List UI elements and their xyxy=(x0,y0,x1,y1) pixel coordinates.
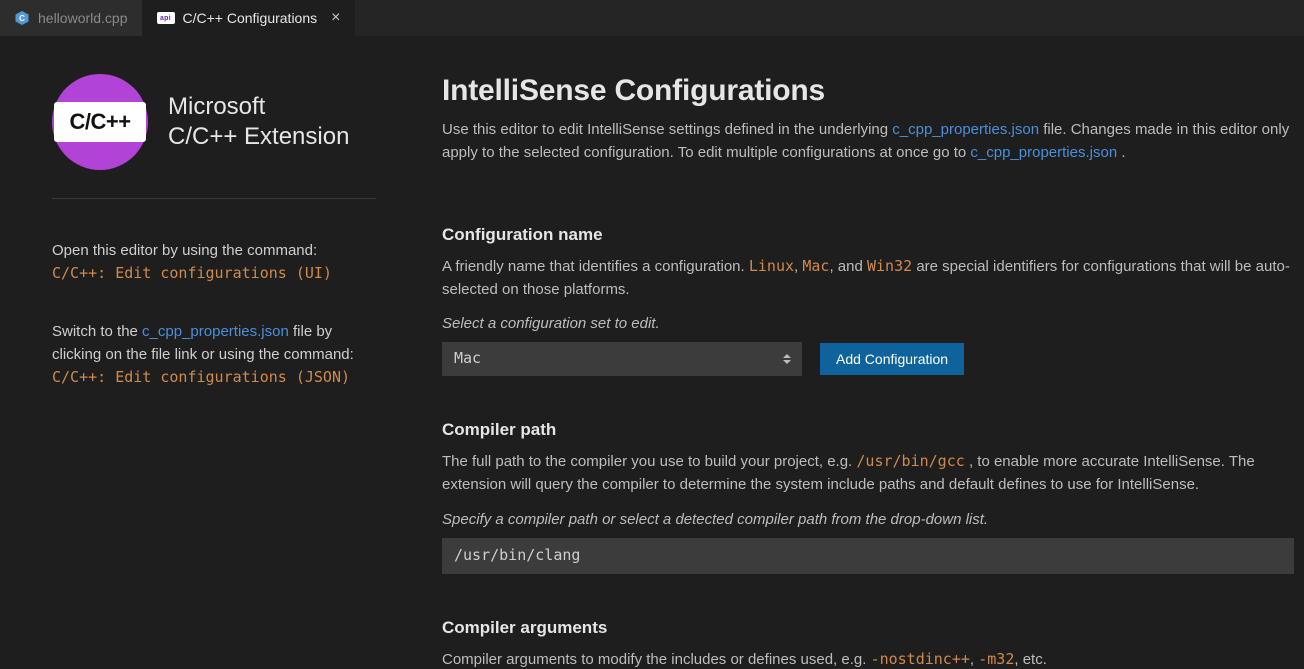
tab-bar: C helloworld.cpp C/C++ Configurations × xyxy=(0,0,1304,36)
section-instruction: Specify a compiler path or select a dete… xyxy=(442,511,1294,528)
cpp-file-icon: C xyxy=(14,10,30,26)
extension-publisher: Microsoft xyxy=(168,92,349,122)
close-icon[interactable]: × xyxy=(331,10,340,26)
main-content: IntelliSense Configurations Use this edi… xyxy=(400,36,1304,669)
token-mac: Mac xyxy=(802,257,829,275)
switch-json-note: Switch to the c_cpp_properties.json file… xyxy=(52,320,376,390)
example-arg: -m32 xyxy=(978,650,1014,668)
updown-icon xyxy=(782,351,792,367)
section-heading: Configuration name xyxy=(442,225,1294,245)
section-compiler-path: Compiler path The full path to the compi… xyxy=(442,420,1294,574)
tab-cpp-config[interactable]: C/C++ Configurations × xyxy=(143,0,356,36)
section-heading: Compiler arguments xyxy=(442,618,1294,638)
extension-logo-text: C/C++ xyxy=(54,102,146,142)
section-config-name: Configuration name A friendly name that … xyxy=(442,225,1294,377)
section-compiler-args: Compiler arguments Compiler arguments to… xyxy=(442,618,1294,669)
section-description: Compiler arguments to modify the include… xyxy=(442,648,1294,669)
example-path: /usr/bin/gcc xyxy=(856,452,964,470)
token-win32: Win32 xyxy=(867,257,912,275)
extension-brand: C/C++ Microsoft C/C++ Extension xyxy=(52,74,376,199)
configuration-select-value: Mac xyxy=(442,342,802,374)
section-description: The full path to the compiler you use to… xyxy=(442,450,1294,497)
extension-logo-icon: C/C++ xyxy=(52,74,148,170)
switch-note-pre: Switch to the xyxy=(52,323,142,340)
tab-label: C/C++ Configurations xyxy=(183,10,318,26)
properties-json-link[interactable]: c_cpp_properties.json xyxy=(892,121,1039,138)
page-intro: Use this editor to edit IntelliSense set… xyxy=(442,118,1294,165)
properties-json-link[interactable]: c_cpp_properties.json xyxy=(142,323,289,340)
open-editor-text: Open this editor by using the command: xyxy=(52,239,376,262)
open-editor-command: C/C++: Edit configurations (UI) xyxy=(52,262,376,285)
api-icon xyxy=(157,12,175,24)
sidebar: C/C++ Microsoft C/C++ Extension Open thi… xyxy=(0,36,400,669)
example-arg: -nostdinc++ xyxy=(871,650,970,668)
tab-helloworld[interactable]: C helloworld.cpp xyxy=(0,0,143,36)
token-linux: Linux xyxy=(749,257,794,275)
extension-name: C/C++ Extension xyxy=(168,122,349,152)
section-instruction: Select a configuration set to edit. xyxy=(442,315,1294,332)
switch-json-command: C/C++: Edit configurations (JSON) xyxy=(52,366,376,389)
properties-json-link[interactable]: c_cpp_properties.json xyxy=(970,144,1117,161)
svg-text:C: C xyxy=(19,14,25,23)
compiler-path-input[interactable]: /usr/bin/clang xyxy=(442,538,1294,574)
configuration-select[interactable]: Mac xyxy=(442,342,802,376)
add-configuration-button[interactable]: Add Configuration xyxy=(820,343,964,375)
section-heading: Compiler path xyxy=(442,420,1294,440)
open-editor-note: Open this editor by using the command: C… xyxy=(52,239,376,286)
section-description: A friendly name that identifies a config… xyxy=(442,255,1294,302)
page-title: IntelliSense Configurations xyxy=(442,74,1294,108)
tab-label: helloworld.cpp xyxy=(38,10,128,26)
